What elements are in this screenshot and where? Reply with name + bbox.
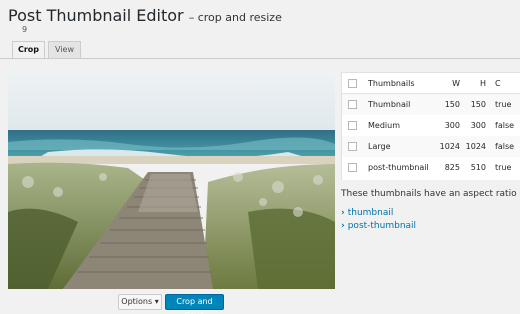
beach-boardwalk-image — [8, 72, 335, 289]
row-checkbox[interactable] — [348, 163, 357, 172]
header-crop: C — [495, 79, 501, 88]
row-name: post-thumbnail — [368, 163, 429, 172]
row-crop: false — [495, 121, 515, 130]
post-thumbnail-link[interactable]: › post-thumbnail — [341, 221, 416, 231]
row-checkbox[interactable] — [348, 142, 357, 151]
row-height: 1024 — [465, 142, 486, 151]
post-id: 9 — [22, 25, 28, 34]
table-row[interactable]: Large 1024 1024 false — [342, 136, 520, 157]
thumbnail-link[interactable]: › thumbnail — [341, 208, 393, 218]
page-subtitle: – crop and resize — [188, 11, 282, 24]
table-row[interactable]: Thumbnail 150 150 true — [342, 94, 520, 115]
row-height: 510 — [470, 163, 486, 172]
header-thumbnails: Thumbnails — [368, 79, 415, 88]
row-checkbox[interactable] — [348, 121, 357, 130]
tab-crop[interactable]: Crop — [12, 41, 45, 59]
table-row[interactable]: post-thumbnail 825 510 true — [342, 157, 520, 178]
aspect-ratio-note: These thumbnails have an aspect ratio se… — [341, 189, 520, 199]
row-width: 1024 — [439, 142, 460, 151]
thumbnail-link-label: thumbnail — [347, 208, 394, 218]
row-width: 300 — [444, 121, 460, 130]
row-width: 825 — [444, 163, 460, 172]
row-name: Large — [368, 142, 391, 151]
row-crop: false — [495, 142, 515, 151]
row-crop: true — [495, 163, 512, 172]
page-title-text: Post Thumbnail Editor — [8, 6, 184, 25]
crop-and-save-button[interactable]: Crop and Save — [165, 294, 224, 314]
row-name: Thumbnail — [368, 100, 411, 109]
select-all-checkbox[interactable] — [348, 79, 357, 88]
thumbnails-table: Thumbnails W H C Thumbnail 150 150 true … — [341, 72, 520, 180]
row-checkbox[interactable] — [348, 100, 357, 109]
row-width: 150 — [444, 100, 460, 109]
row-name: Medium — [368, 121, 400, 130]
tab-divider — [0, 58, 520, 59]
page-title: Post Thumbnail Editor – crop and resize — [8, 6, 282, 25]
header-width: W — [452, 79, 460, 88]
options-dropdown-button[interactable]: Options ▾ — [118, 294, 162, 310]
table-row[interactable]: Medium 300 300 false — [342, 115, 520, 136]
row-crop: true — [495, 100, 512, 109]
crop-image[interactable] — [8, 72, 335, 289]
table-header-row: Thumbnails W H C — [342, 73, 520, 94]
row-height: 300 — [470, 121, 486, 130]
chevron-right-icon: › — [341, 221, 345, 231]
chevron-right-icon: › — [341, 208, 345, 218]
post-thumbnail-link-label: post-thumbnail — [347, 221, 417, 231]
header-height: H — [479, 79, 486, 88]
tab-view[interactable]: View — [48, 41, 81, 58]
row-height: 150 — [470, 100, 486, 109]
